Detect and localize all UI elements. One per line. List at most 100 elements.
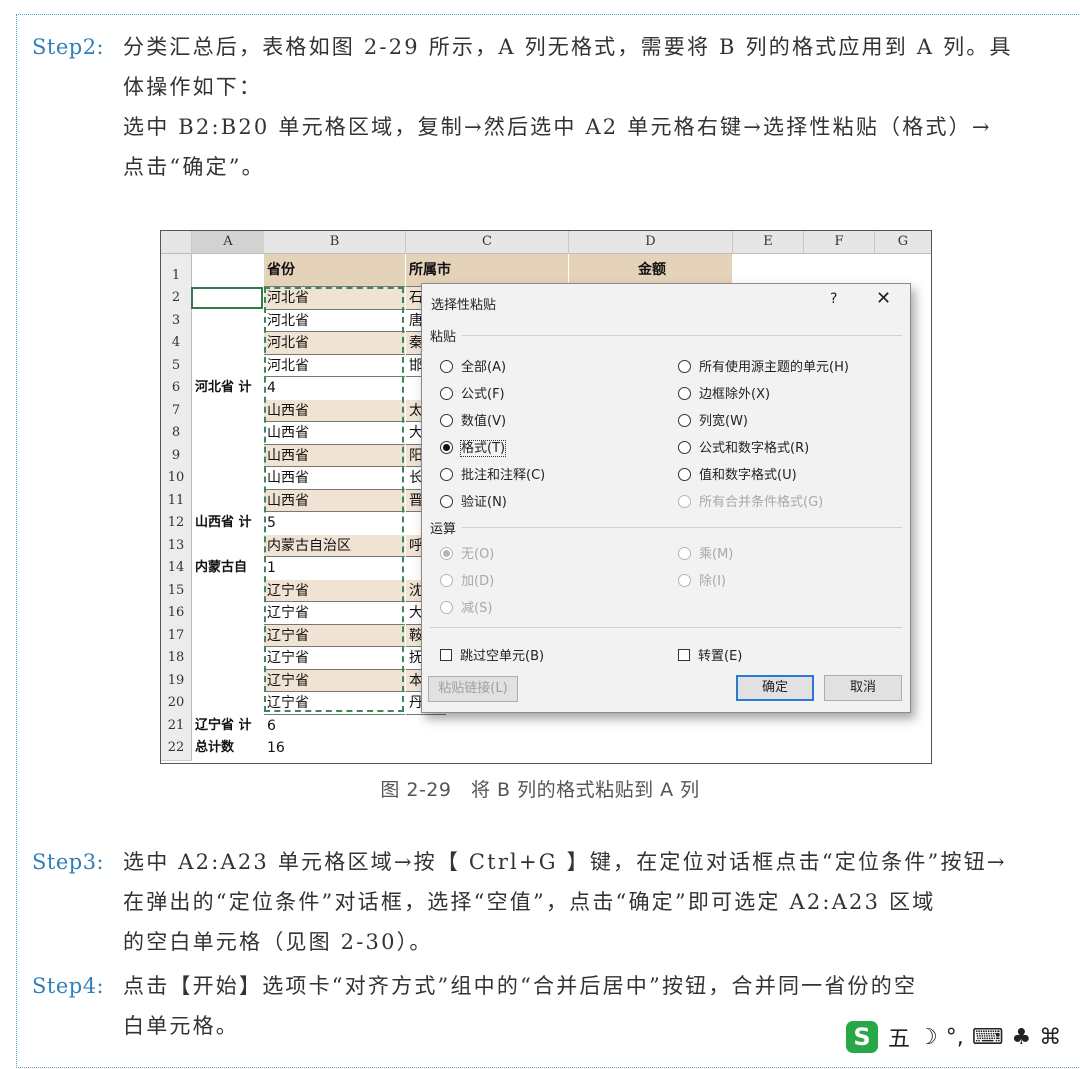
cell-b[interactable]: 山西省 bbox=[264, 399, 405, 422]
cell-b[interactable]: 河北省 bbox=[264, 355, 405, 377]
cell-b[interactable]: 河北省 bbox=[264, 287, 405, 310]
grid-menu-icon[interactable]: ⌘ bbox=[1039, 1025, 1061, 1050]
paste-option-radio[interactable]: 所有使用源主题的单元(H) bbox=[678, 356, 849, 375]
radio-icon[interactable] bbox=[678, 547, 691, 560]
paste-option-radio[interactable]: 列宽(W) bbox=[678, 410, 748, 429]
row-header[interactable]: 2 bbox=[161, 287, 192, 311]
row-header[interactable]: 8 bbox=[161, 422, 192, 446]
row-header[interactable]: 9 bbox=[161, 444, 192, 468]
radio-icon[interactable] bbox=[440, 414, 453, 427]
paste-option-radio[interactable]: 公式(F) bbox=[440, 383, 505, 402]
cell-a[interactable]: 山西省 计 bbox=[192, 512, 267, 535]
column-header-a[interactable]: A bbox=[192, 231, 265, 254]
ime-logo-icon[interactable]: S bbox=[846, 1021, 878, 1053]
radio-icon[interactable] bbox=[678, 360, 691, 373]
row-header[interactable]: 22 bbox=[161, 737, 192, 761]
row-header[interactable]: 3 bbox=[161, 309, 192, 333]
row-header[interactable]: 13 bbox=[161, 534, 192, 558]
keyboard-icon[interactable]: ⌨ bbox=[972, 1025, 1004, 1050]
cell-b[interactable]: 6 bbox=[264, 715, 405, 738]
row-header[interactable]: 11 bbox=[161, 489, 192, 513]
paste-option-radio[interactable]: 加(D) bbox=[440, 570, 494, 589]
row-header[interactable]: 4 bbox=[161, 332, 192, 356]
cell-b[interactable]: 河北省 bbox=[264, 310, 405, 332]
radio-icon[interactable] bbox=[678, 495, 691, 508]
moon-icon[interactable]: ☽ bbox=[918, 1025, 938, 1050]
help-icon[interactable]: ? bbox=[830, 291, 837, 307]
cell-a[interactable]: 内蒙古自 bbox=[192, 557, 267, 580]
row-header[interactable]: 5 bbox=[161, 354, 192, 378]
column-header-f[interactable]: F bbox=[804, 231, 875, 254]
cell-b[interactable]: 河北省 bbox=[264, 332, 405, 355]
cell-b[interactable]: 辽宁省 bbox=[264, 692, 405, 715]
cell-b[interactable]: 山西省 bbox=[264, 467, 405, 490]
row-header[interactable]: 21 bbox=[161, 714, 192, 738]
paste-option-radio[interactable]: 数值(V) bbox=[440, 410, 506, 429]
punctuation-icon[interactable]: °, bbox=[946, 1025, 964, 1050]
radio-icon[interactable] bbox=[678, 387, 691, 400]
cell-b[interactable]: 山西省 bbox=[264, 444, 405, 467]
paste-option-radio[interactable]: 批注和注释(C) bbox=[440, 464, 545, 483]
cell-b[interactable]: 1 bbox=[264, 557, 405, 580]
paste-option-radio[interactable]: 验证(N) bbox=[440, 491, 507, 510]
radio-icon[interactable] bbox=[440, 547, 453, 560]
radio-icon[interactable] bbox=[440, 495, 453, 508]
paste-option-radio[interactable]: 公式和数字格式(R) bbox=[678, 437, 809, 456]
transpose-checkbox[interactable]: 转置(E) bbox=[678, 645, 742, 664]
row-header[interactable]: 17 bbox=[161, 624, 192, 648]
ime-toolbar[interactable]: S 五 ☽ °, ⌨ ♣ ⌘ bbox=[846, 1018, 1080, 1056]
column-header-e[interactable]: E bbox=[733, 231, 804, 254]
paste-option-radio[interactable]: 无(O) bbox=[440, 543, 494, 562]
cancel-button[interactable]: 取消 bbox=[824, 675, 902, 701]
cell-b[interactable]: 16 bbox=[264, 737, 405, 760]
cell-a[interactable]: 总计数 bbox=[192, 737, 267, 760]
radio-icon[interactable] bbox=[678, 468, 691, 481]
row-header[interactable]: 20 bbox=[161, 692, 192, 716]
ime-wubi-icon[interactable]: 五 bbox=[888, 1021, 910, 1053]
radio-icon[interactable] bbox=[440, 601, 453, 614]
cell-b[interactable]: 山西省 bbox=[264, 422, 405, 445]
active-cell-a2[interactable] bbox=[191, 287, 263, 309]
radio-icon[interactable] bbox=[440, 360, 453, 373]
paste-option-radio[interactable]: 减(S) bbox=[440, 597, 492, 616]
column-header-c[interactable]: C bbox=[406, 231, 569, 254]
radio-icon[interactable] bbox=[440, 574, 453, 587]
ok-button[interactable]: 确定 bbox=[736, 675, 814, 701]
header-cell-province[interactable]: 省份 bbox=[264, 254, 405, 287]
column-header-d[interactable]: D bbox=[569, 231, 733, 254]
radio-icon[interactable] bbox=[440, 387, 453, 400]
cell-b[interactable]: 辽宁省 bbox=[264, 602, 405, 625]
row-header[interactable]: 10 bbox=[161, 467, 192, 491]
paste-link-button[interactable]: 粘贴链接(L) bbox=[428, 676, 518, 702]
radio-icon[interactable] bbox=[678, 574, 691, 587]
radio-icon[interactable] bbox=[440, 441, 453, 454]
paste-option-radio[interactable]: 边框除外(X) bbox=[678, 383, 770, 402]
cell-a[interactable]: 辽宁省 计 bbox=[192, 715, 267, 738]
select-all-corner[interactable] bbox=[161, 231, 192, 254]
row-header[interactable]: 16 bbox=[161, 602, 192, 626]
cell-b[interactable]: 辽宁省 bbox=[264, 669, 405, 692]
paste-option-radio[interactable]: 所有合并条件格式(G) bbox=[678, 491, 823, 510]
user-icon[interactable]: ♣ bbox=[1012, 1025, 1032, 1050]
cell-b[interactable]: 4 bbox=[264, 377, 405, 400]
row-header[interactable]: 6 bbox=[161, 377, 192, 401]
cell-b[interactable]: 辽宁省 bbox=[264, 579, 405, 602]
row-header[interactable]: 14 bbox=[161, 557, 192, 581]
row-header[interactable]: 1 bbox=[161, 254, 192, 288]
cell-b[interactable]: 山西省 bbox=[264, 489, 405, 512]
cell-a[interactable]: 河北省 计 bbox=[192, 377, 267, 400]
radio-icon[interactable] bbox=[440, 468, 453, 481]
row-header[interactable]: 7 bbox=[161, 399, 192, 423]
skip-blanks-checkbox[interactable]: 跳过空单元(B) bbox=[440, 645, 544, 664]
cell-b[interactable]: 辽宁省 bbox=[264, 624, 405, 647]
close-icon[interactable]: ✕ bbox=[876, 288, 891, 309]
row-header[interactable]: 12 bbox=[161, 512, 192, 536]
row-header[interactable]: 19 bbox=[161, 669, 192, 693]
paste-option-radio[interactable]: 格式(T) bbox=[440, 437, 507, 457]
radio-icon[interactable] bbox=[678, 441, 691, 454]
row-header[interactable]: 15 bbox=[161, 579, 192, 603]
paste-option-radio[interactable]: 乘(M) bbox=[678, 543, 733, 562]
column-header-g[interactable]: G bbox=[875, 231, 931, 254]
cell-b[interactable]: 辽宁省 bbox=[264, 647, 405, 670]
paste-option-radio[interactable]: 值和数字格式(U) bbox=[678, 464, 797, 483]
